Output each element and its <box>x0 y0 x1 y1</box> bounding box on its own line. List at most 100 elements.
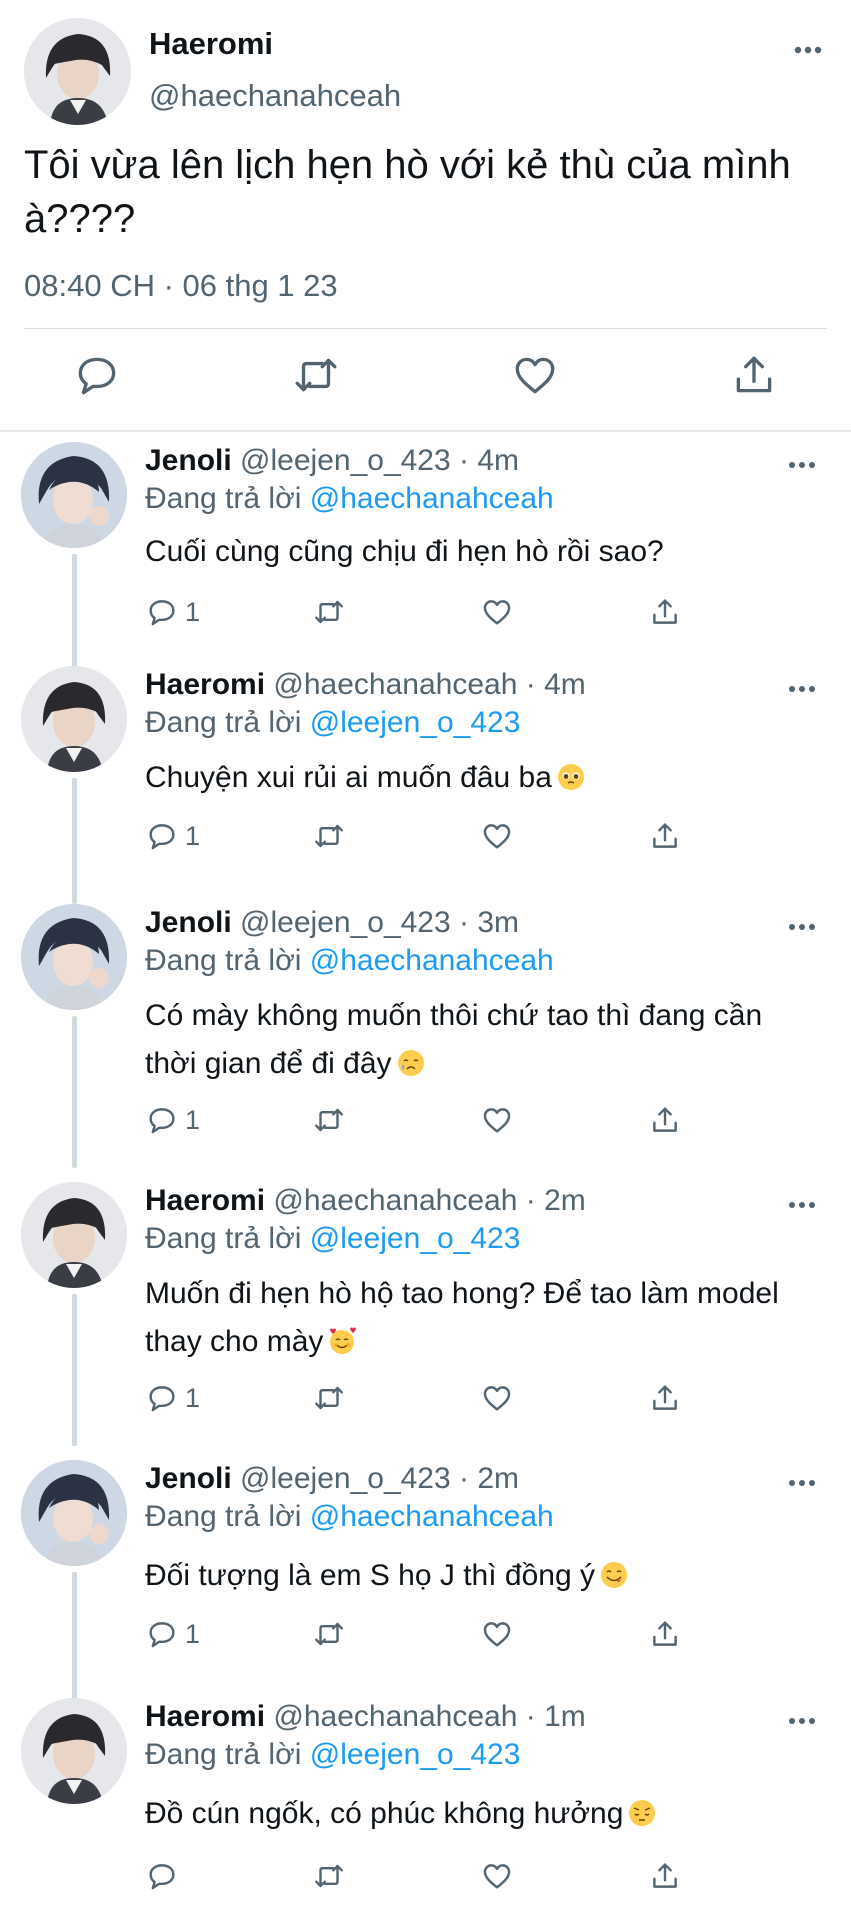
reply-text: Chuyện xui rủi ai muốn đâu ba <box>145 754 805 802</box>
separator-dot: · <box>459 1462 470 1495</box>
replying-to-label: Đang trả lời <box>145 1222 302 1255</box>
reply-button[interactable]: 1 <box>145 1102 200 1138</box>
tweet-actions <box>0 350 851 410</box>
like-icon[interactable] <box>480 818 514 854</box>
replying-to-mention[interactable]: @haechanahceah <box>310 1500 554 1533</box>
like-icon[interactable] <box>480 594 514 630</box>
avatar[interactable] <box>21 1698 127 1804</box>
reply-author-name[interactable]: Jenoli <box>145 906 232 939</box>
replying-to-label: Đang trả lời <box>145 1738 302 1771</box>
reply-author-name[interactable]: Haeromi <box>145 1700 265 1733</box>
like-icon[interactable] <box>480 1380 514 1416</box>
reply-tweet[interactable]: Jenoli @leejen_o_423 · 4m Đang trả lời @… <box>0 442 851 672</box>
reply-text: Có mày không muốn thôi chứ tao thì đang … <box>145 992 785 1088</box>
reply-header: Haeromi @haechanahceah · 4m <box>145 668 586 702</box>
author-avatar[interactable] <box>24 18 131 125</box>
replying-to-label: Đang trả lời <box>145 1500 302 1533</box>
reply-tweet[interactable]: Jenoli @leejen_o_423 · 2m Đang trả lời @… <box>0 1460 851 1700</box>
replying-to-label: Đang trả lời <box>145 482 302 515</box>
avatar[interactable] <box>21 442 127 548</box>
retweet-icon[interactable] <box>312 1380 346 1416</box>
more-options-icon[interactable] <box>780 1468 824 1498</box>
reply-text: Đối tượng là em S họ J thì đồng ý <box>145 1552 805 1600</box>
reply-time[interactable]: 3m <box>477 906 519 939</box>
reply-author-handle[interactable]: @haechanahceah <box>273 1184 517 1217</box>
reply-author-handle[interactable]: @leejen_o_423 <box>240 906 451 939</box>
more-options-icon[interactable] <box>780 912 824 942</box>
like-icon[interactable] <box>480 1858 514 1894</box>
reply-tweet[interactable]: Haeromi @haechanahceah · 1m Đang trả lời… <box>0 1698 851 1920</box>
more-options-icon[interactable] <box>780 1190 824 1220</box>
separator-dot: · <box>525 1184 536 1217</box>
tweet-timestamp: 08:40 CH · 06 thg 1 23 <box>24 268 338 303</box>
more-options-icon[interactable] <box>780 450 824 480</box>
separator-dot: · <box>525 1700 536 1733</box>
replying-to-mention[interactable]: @leejen_o_423 <box>310 1222 521 1255</box>
reply-author-name[interactable]: Haeromi <box>145 1184 265 1217</box>
avatar[interactable] <box>21 1182 127 1288</box>
like-icon[interactable] <box>480 1102 514 1138</box>
reply-author-name[interactable]: Haeromi <box>145 668 265 701</box>
reply-button[interactable]: 1 <box>145 594 200 630</box>
retweet-icon[interactable] <box>291 350 341 400</box>
reply-time[interactable]: 1m <box>544 1700 586 1733</box>
replying-to-mention[interactable]: @leejen_o_423 <box>310 1738 521 1771</box>
replying-to: Đang trả lời @haechanahceah <box>145 482 554 516</box>
reply-button[interactable]: 1 <box>145 1380 200 1416</box>
replying-to-label: Đang trả lời <box>145 944 302 977</box>
face-savoring-food-emoji <box>599 1560 629 1590</box>
more-options-icon[interactable] <box>780 674 824 704</box>
reply-time[interactable]: 2m <box>544 1184 586 1217</box>
reply-actions <box>0 1858 851 1898</box>
replying-to: Đang trả lời @haechanahceah <box>145 1500 554 1534</box>
reply-tweet[interactable]: Haeromi @haechanahceah · 4m Đang trả lời… <box>0 666 851 904</box>
reply-icon[interactable] <box>72 350 122 400</box>
like-icon[interactable] <box>480 1616 514 1652</box>
retweet-icon[interactable] <box>312 1858 346 1894</box>
replying-to: Đang trả lời @leejen_o_423 <box>145 1222 520 1256</box>
reply-author-handle[interactable]: @haechanahceah <box>273 1700 517 1733</box>
reply-count: 1 <box>185 1618 201 1649</box>
separator-dot: · <box>459 444 470 477</box>
share-icon[interactable] <box>648 818 682 854</box>
reply-button[interactable]: 1 <box>145 1616 200 1652</box>
author-handle[interactable]: @haechanahceah <box>149 78 401 114</box>
reply-button[interactable]: 1 <box>145 818 200 854</box>
share-icon[interactable] <box>648 1858 682 1894</box>
replying-to-mention[interactable]: @haechanahceah <box>310 482 554 515</box>
retweet-icon[interactable] <box>312 594 346 630</box>
share-icon[interactable] <box>648 1102 682 1138</box>
retweet-icon[interactable] <box>312 1616 346 1652</box>
reply-author-name[interactable]: Jenoli <box>145 1462 232 1495</box>
reply-text: Đồ cún ngốk, có phúc không hưởng <box>145 1790 805 1838</box>
replying-to-mention[interactable]: @haechanahceah <box>310 944 554 977</box>
replying-to-mention[interactable]: @leejen_o_423 <box>310 706 521 739</box>
author-name[interactable]: Haeromi <box>149 26 273 62</box>
reply-actions: 1 <box>0 818 851 858</box>
reply-time[interactable]: 2m <box>477 1462 519 1495</box>
reply-author-handle[interactable]: @leejen_o_423 <box>240 444 451 477</box>
more-options-icon[interactable] <box>780 1706 824 1736</box>
replying-to: Đang trả lời @haechanahceah <box>145 944 554 978</box>
avatar[interactable] <box>21 666 127 772</box>
reply-time[interactable]: 4m <box>544 668 586 701</box>
reply-actions: 1 <box>0 1616 851 1656</box>
reply-author-handle[interactable]: @haechanahceah <box>273 668 517 701</box>
reply-tweet[interactable]: Jenoli @leejen_o_423 · 3m Đang trả lời @… <box>0 904 851 1168</box>
share-icon[interactable] <box>648 1380 682 1416</box>
reply-tweet[interactable]: Haeromi @haechanahceah · 2m Đang trả lời… <box>0 1182 851 1446</box>
retweet-icon[interactable] <box>312 818 346 854</box>
like-icon[interactable] <box>510 350 560 400</box>
share-icon[interactable] <box>648 1616 682 1652</box>
avatar[interactable] <box>21 1460 127 1566</box>
reply-author-handle[interactable]: @leejen_o_423 <box>240 1462 451 1495</box>
share-icon[interactable] <box>729 350 779 400</box>
more-options-icon[interactable] <box>786 32 830 68</box>
separator-dot: · <box>525 668 536 701</box>
reply-button[interactable] <box>145 1858 185 1894</box>
reply-author-name[interactable]: Jenoli <box>145 444 232 477</box>
reply-time[interactable]: 4m <box>477 444 519 477</box>
share-icon[interactable] <box>648 594 682 630</box>
avatar[interactable] <box>21 904 127 1010</box>
retweet-icon[interactable] <box>312 1102 346 1138</box>
